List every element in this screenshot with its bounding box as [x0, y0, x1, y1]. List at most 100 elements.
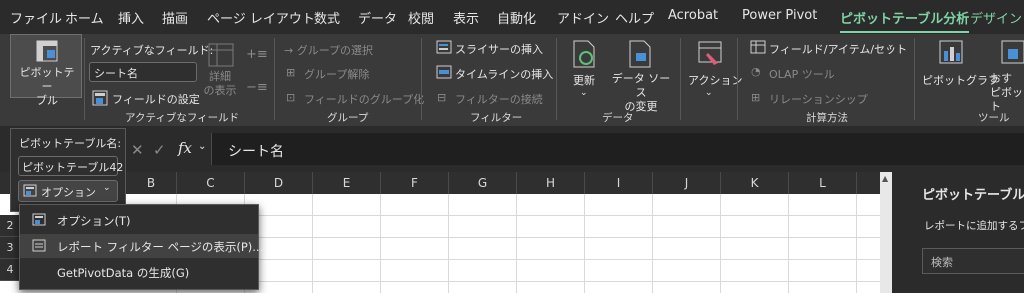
tab-view[interactable]: 表示 — [453, 8, 479, 27]
tools-group-label: ツール — [978, 112, 1010, 124]
pivot-chart-button[interactable]: ピボットグラフ — [922, 72, 999, 88]
group-selection-button[interactable]: → グループの選択 — [284, 42, 373, 58]
actions-icon — [698, 41, 722, 65]
relationships-icon: ⊞ — [751, 91, 761, 104]
ungroup-button[interactable]: グループ解除 — [304, 66, 369, 82]
vertical-scrollbar[interactable] — [880, 172, 892, 293]
fields-items-icon — [750, 40, 766, 54]
column-header[interactable]: I — [585, 172, 653, 194]
details-icon — [208, 43, 234, 67]
tab-help[interactable]: ヘルプ — [615, 8, 654, 27]
tab-addins[interactable]: アドイン — [557, 8, 609, 27]
group-field-button[interactable]: フィールドのグループ化 — [304, 91, 424, 107]
formula-input[interactable]: シート名 — [211, 133, 1024, 165]
timeline-icon — [436, 65, 452, 79]
tab-pivot-analyze[interactable]: ピボットテーブル分析 — [840, 8, 970, 33]
formula-bar: ✕ ✓ fx ⌄ シート名 — [0, 126, 1024, 172]
column-header[interactable]: C — [177, 172, 245, 194]
pane-title: ピボットテーブルの — [922, 188, 1024, 203]
field-search-input[interactable]: 検索 — [922, 248, 1024, 274]
olap-tools-button[interactable]: OLAP ツール — [769, 66, 835, 82]
pivot-name-input[interactable]: ピボットテーブル42 — [18, 156, 123, 176]
slicer-icon — [436, 40, 452, 54]
fields-items-chevron-icon[interactable]: ⌄ — [887, 40, 895, 50]
report-filter-icon — [32, 239, 46, 252]
fx-chevron-icon[interactable]: ⌄ — [198, 141, 206, 152]
tab-file[interactable]: ファイル — [10, 8, 62, 27]
tab-draw[interactable]: 描画 — [162, 8, 188, 27]
insert-slicer-button[interactable]: スライサーの挿入 — [455, 41, 543, 57]
row-header[interactable]: 3 — [0, 237, 20, 259]
data-group-label: データ — [602, 112, 634, 124]
cancel-icon[interactable]: ✕ — [131, 141, 144, 159]
ungroup-icon: ⊞ — [286, 66, 296, 79]
pivot-chart-icon — [939, 40, 963, 64]
expand-field-icon[interactable]: +≡ — [246, 47, 268, 62]
options-dropdown-menu: オプション(T) レポート フィルター ページの表示(P)... GetPivo… — [19, 204, 263, 290]
tab-power-pivot[interactable]: Power Pivot — [742, 8, 817, 23]
calc-group-label: 計算方法 — [806, 112, 848, 124]
column-header[interactable]: E — [313, 172, 381, 194]
recommended-pivot-button[interactable]: おす ピボット — [990, 72, 1024, 114]
options-chevron-icon: ⌄ — [103, 183, 111, 193]
field-settings-button[interactable]: フィールドの設定 — [112, 91, 200, 107]
column-header[interactable]: L — [789, 172, 857, 194]
column-header[interactable]: B — [126, 172, 177, 194]
filter-connections-button[interactable]: フィルターの接続 — [455, 91, 543, 107]
field-settings-icon — [92, 90, 108, 106]
pane-subtitle: レポートに追加するフィ — [924, 220, 1024, 232]
pivot-table-button[interactable]: ピボットテー ブル — [10, 34, 82, 107]
pivot-field-list-pane: ピボットテーブルの レポートに追加するフィ 検索 — [892, 172, 1024, 293]
active-field-input[interactable]: シート名 — [89, 62, 197, 82]
column-header[interactable]: G — [449, 172, 517, 194]
menu-bar: ファイル ホーム 挿入 描画 ページ レイアウト 数式 データ 校閲 表示 自動… — [0, 0, 1024, 34]
pivot-name-panel: ピボットテーブル名: ピボットテーブル42 オプション ⌄ — [10, 128, 126, 212]
column-header[interactable]: J — [653, 172, 721, 194]
menu-item-options[interactable]: オプション(T) — [20, 208, 258, 232]
refresh-icon — [573, 40, 595, 68]
row-header[interactable]: 2 — [0, 215, 20, 237]
options-button[interactable]: オプション ⌄ — [18, 180, 118, 202]
active-field-group-label: アクティブなフィールド — [125, 112, 240, 124]
change-source-icon — [629, 40, 651, 68]
row-header[interactable]: 4 — [0, 259, 20, 281]
tab-data[interactable]: データ — [358, 8, 397, 27]
filter-group-label: フィルター — [470, 112, 523, 124]
actions-chevron-icon[interactable]: ⌄ — [705, 88, 713, 98]
olap-icon: ◔ — [751, 65, 761, 78]
tab-formulas[interactable]: 数式 — [314, 8, 340, 27]
enter-icon[interactable]: ✓ — [153, 141, 166, 159]
menu-item-report-filter-pages[interactable]: レポート フィルター ページの表示(P)... — [20, 234, 263, 258]
show-details-button[interactable]: 詳細 の表示 — [200, 70, 240, 98]
refresh-button[interactable]: 更新 — [573, 72, 595, 88]
group-field-icon: ⊡ — [286, 91, 296, 104]
column-header[interactable]: K — [721, 172, 789, 194]
tab-page-layout[interactable]: ページ レイアウト — [207, 8, 315, 27]
group-group-label: グループ — [327, 112, 369, 124]
tab-design[interactable]: デザイン — [970, 8, 1022, 27]
column-header[interactable]: H — [517, 172, 585, 194]
scroll-up-icon[interactable]: ▲ — [882, 174, 888, 183]
options-icon — [23, 184, 37, 197]
tab-automate[interactable]: 自動化 — [497, 8, 536, 27]
relationships-button[interactable]: リレーションシップ — [769, 91, 868, 107]
column-header[interactable]: F — [381, 172, 449, 194]
change-data-source-button[interactable]: データ ソース の変更 — [610, 72, 672, 114]
column-header[interactable]: D — [245, 172, 313, 194]
collapse-field-icon[interactable]: −≡ — [246, 80, 268, 95]
active-field-label: アクティブなフィールド: — [90, 44, 214, 57]
menu-item-getpivotdata[interactable]: GetPivotData の生成(G) — [20, 260, 258, 284]
ribbon: ピボットテー ブル アクティブなフィールド: シート名 フィールドの設定 詳細 … — [0, 34, 1024, 126]
recommended-pivot-icon — [1001, 40, 1024, 64]
insert-function-button[interactable]: fx — [178, 139, 192, 157]
tab-home[interactable]: ホーム — [65, 8, 104, 27]
tab-acrobat[interactable]: Acrobat — [668, 8, 718, 23]
refresh-chevron-icon[interactable]: ⌄ — [580, 88, 588, 98]
actions-button[interactable]: アクション — [688, 72, 742, 88]
tab-review[interactable]: 校閲 — [408, 8, 434, 27]
pivot-table-icon — [36, 40, 58, 62]
pivot-name-label: ピボットテーブル名: — [19, 137, 122, 150]
insert-timeline-button[interactable]: タイムラインの挿入 — [455, 66, 553, 82]
options-icon — [32, 213, 46, 226]
tab-insert[interactable]: 挿入 — [118, 8, 144, 27]
